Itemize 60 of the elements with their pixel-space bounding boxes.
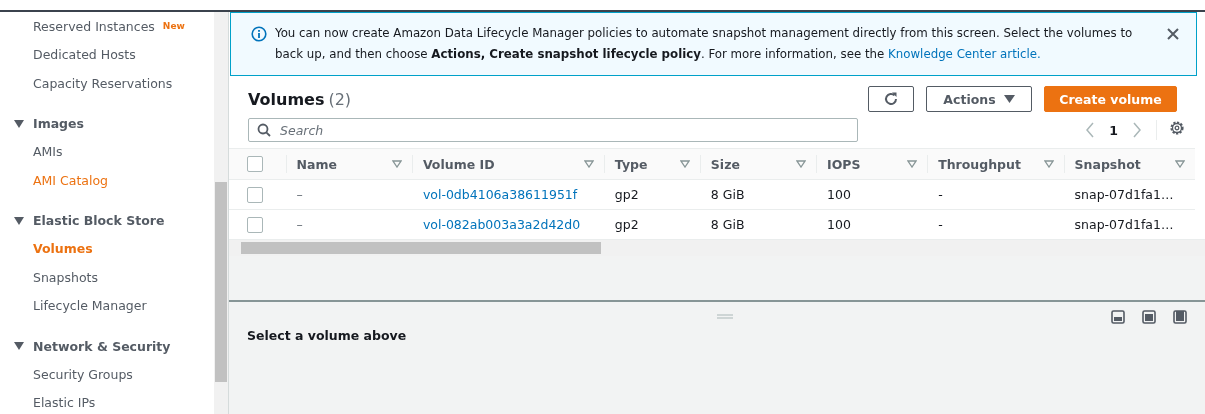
row-checkbox[interactable] [247,186,263,203]
horizontal-scrollbar[interactable] [229,239,1205,256]
info-icon [251,26,267,42]
caret-icon [1003,95,1015,103]
sort-icon[interactable] [583,160,594,168]
close-icon [1166,27,1180,41]
table-cell-text: 8 GiB [709,187,746,202]
table-cell-text: gp2 [613,217,640,232]
sort-icon[interactable] [796,160,807,168]
actions-button[interactable]: Actions [926,86,1032,112]
resize-handle-icon[interactable] [717,314,733,319]
table-cell-text: – [295,187,304,202]
table-cell-text: snap-07d1fa1… [1073,217,1175,232]
table-cell-text: - [937,187,944,202]
knowledge-center-link[interactable]: Knowledge Center article. [888,47,1041,61]
sort-icon[interactable] [679,160,690,168]
sidebar-item[interactable]: Security Groups [12,360,214,389]
sidebar-item[interactable]: AMIs [12,137,214,166]
caret-icon [14,216,24,225]
new-label: New [162,21,185,32]
sort-icon[interactable] [1175,160,1185,168]
table-cell-text: snap-07d1fa1… [1073,187,1175,202]
table-cell-text: 8 GiB [709,217,746,232]
caret-icon [14,119,24,128]
previous-page-icon[interactable] [1085,122,1096,138]
table-cell-text: – [295,217,304,232]
section-header[interactable]: Images [12,109,214,138]
panel-layout-icon[interactable] [1142,310,1156,324]
table-cell-text: gp2 [613,187,640,202]
caret-icon [14,342,24,350]
next-page-icon[interactable] [1132,122,1142,138]
section-header[interactable]: Network & Security [12,332,214,360]
refresh-icon [883,91,899,107]
panel-layout-icon[interactable] [1111,310,1125,324]
sort-icon[interactable] [1043,160,1054,168]
table-cell-text: - [937,217,944,232]
row-checkbox[interactable] [247,216,263,233]
sidebar-item[interactable]: Elastic IPs [12,388,214,414]
settings-icon[interactable] [1169,120,1185,136]
volume-id-link[interactable]: vol-0db4106a38611951f [411,187,604,202]
table-cell-text: 100 [826,217,852,232]
volumes-title: Volumes (2) [248,89,353,109]
table-cell-text: 100 [826,187,852,202]
sort-icon[interactable] [391,160,402,168]
sidebar-item[interactable]: Snapshots [12,263,214,292]
empty-selection-message: Select a volume above [247,328,408,343]
page-number[interactable]: 1 [1109,122,1118,138]
sidebar-item[interactable]: Reserved Instances New [12,12,214,41]
info-message: You can now create Amazon Data Lifecycle Manager policies to automate snapshot management directly from this screen. Select the volumes to back up, and then choose Actions, Create snapshot lifecycle policy. For more information, see the Knowledge Center article. [275,25,1134,63]
sort-icon[interactable] [907,160,918,168]
sidebar-item[interactable]: Lifecycle Manager [12,291,214,320]
search-field[interactable]: Search [248,118,858,142]
scrollbar[interactable] [214,12,228,414]
select-all-checkbox[interactable] [247,156,263,172]
sidebar-item[interactable]: Dedicated Hosts [12,40,214,69]
sidebar-item[interactable]: Capacity Reservations [12,69,214,98]
section-header[interactable]: Elastic Block Store [12,206,214,235]
volume-id-link[interactable]: vol-082ab003a3a2d42d0 [411,217,604,232]
panel-layout-icon[interactable] [1173,310,1187,324]
refresh-button[interactable] [868,86,914,112]
